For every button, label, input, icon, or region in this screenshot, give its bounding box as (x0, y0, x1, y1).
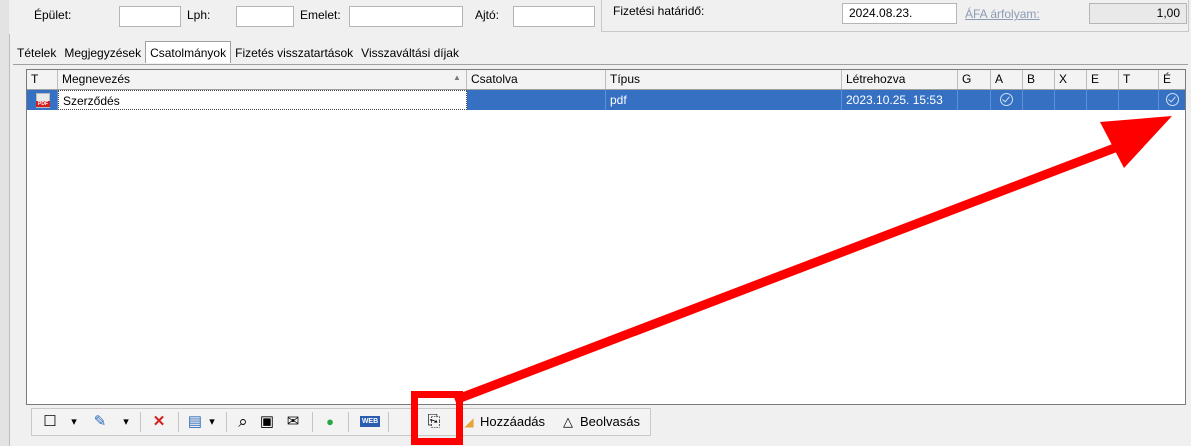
annotation-arrow-head (1100, 116, 1172, 168)
annotation-arrow-shaft (453, 141, 1122, 405)
annotation-arrow (453, 116, 1172, 405)
